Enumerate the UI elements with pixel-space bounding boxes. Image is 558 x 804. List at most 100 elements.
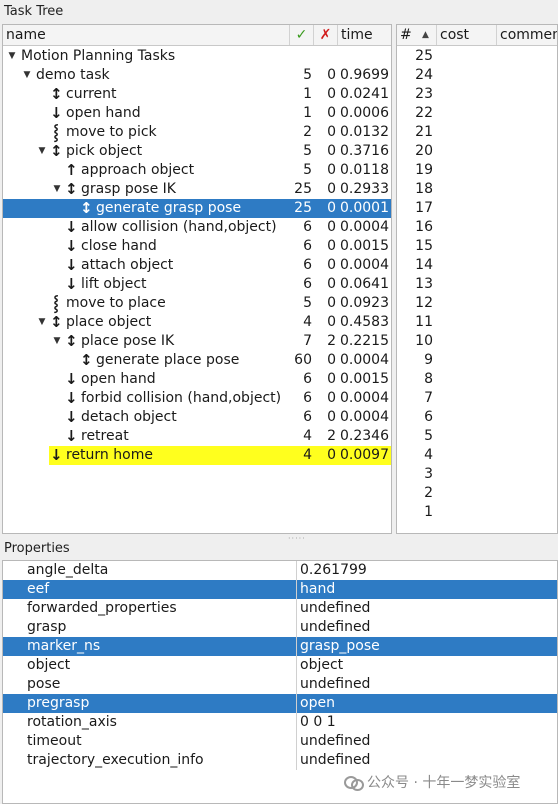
task-tree-title: Task Tree [4, 4, 64, 19]
property-row[interactable]: object object [3, 656, 557, 675]
property-row[interactable]: rotation_axis 0 0 1 [3, 713, 557, 732]
task-tree-row[interactable]: ▼ ↕ pick object 5 0 0.3716 [3, 142, 391, 161]
task-tree-row[interactable]: ↑ approach object 5 0 0.0118 [3, 161, 391, 180]
solution-row[interactable]: 21 [397, 123, 433, 142]
solution-row[interactable]: 6 [397, 408, 433, 427]
solution-row[interactable]: 24 [397, 66, 433, 85]
expand-arrow-icon[interactable]: ▼ [37, 142, 47, 161]
property-row[interactable]: trajectory_execution_info undefined [3, 751, 557, 770]
task-tree-row[interactable]: ↕ generate grasp pose 25 0 0.0001 [3, 199, 391, 218]
property-value[interactable]: 0 0 1 [300, 713, 336, 732]
task-tree-row[interactable]: ▼ Motion Planning Tasks [3, 47, 391, 66]
solution-row[interactable]: 5 [397, 427, 433, 446]
stage-name: close hand [81, 238, 157, 254]
property-value[interactable]: undefined [300, 675, 370, 694]
property-row[interactable]: grasp undefined [3, 618, 557, 637]
solution-row[interactable]: 15 [397, 237, 433, 256]
property-row[interactable]: marker_ns grasp_pose [3, 637, 557, 656]
solution-row[interactable]: 13 [397, 275, 433, 294]
property-value[interactable]: open [300, 694, 335, 713]
failure-count: 0 [327, 314, 336, 330]
task-tree-table[interactable]: name ✓ ✗ time ▼ Motion Planning Tasks ▼ dem… [2, 24, 392, 534]
solution-count: 6 [303, 238, 312, 254]
solution-row[interactable]: 1 [397, 503, 433, 522]
column-header-ok[interactable]: ✓ [290, 25, 314, 45]
column-divider [296, 656, 297, 675]
solution-count: 1 [303, 86, 312, 102]
column-header-index[interactable]: # [397, 25, 437, 45]
task-tree-row[interactable]: ▼ ↕ grasp pose IK 25 0 0.2933 [3, 180, 391, 199]
solution-row[interactable]: 16 [397, 218, 433, 237]
solution-row[interactable]: 3 [397, 465, 433, 484]
expand-arrow-icon[interactable]: ▼ [7, 47, 17, 66]
property-row[interactable]: angle_delta 0.261799 [3, 561, 557, 580]
property-value[interactable]: undefined [300, 732, 370, 751]
solution-row[interactable]: 23 [397, 85, 433, 104]
solutions-table[interactable]: # ▲ cost commen 25 24 23 22 21 20 19 18 17 16 15 14… [396, 24, 558, 534]
property-row[interactable]: pregrasp open [3, 694, 557, 713]
stage-name: move to place [66, 295, 166, 311]
solution-row[interactable]: 9 [397, 351, 433, 370]
solution-row[interactable]: 25 [397, 47, 433, 66]
property-row[interactable]: forwarded_properties undefined [3, 599, 557, 618]
task-tree-row[interactable]: ↓ detach object 6 0 0.0004 [3, 408, 391, 427]
task-tree-row[interactable]: ▼ ↕ place pose IK 7 2 0.2215 [3, 332, 391, 351]
solution-row[interactable]: 4 [397, 446, 433, 465]
task-tree-row[interactable]: ↓ lift object 6 0 0.0641 [3, 275, 391, 294]
solution-row[interactable]: 14 [397, 256, 433, 275]
connect-stage-icon: ⸾ [53, 294, 59, 312]
property-row[interactable]: eef hand [3, 580, 557, 599]
task-tree-row[interactable]: ↓ retreat 4 2 0.2346 [3, 427, 391, 446]
solution-row[interactable]: 18 [397, 180, 433, 199]
task-tree-row[interactable]: ↓ close hand 6 0 0.0015 [3, 237, 391, 256]
property-value[interactable]: hand [300, 580, 335, 599]
solution-row[interactable]: 20 [397, 142, 433, 161]
property-value[interactable]: undefined [300, 599, 370, 618]
task-tree-row[interactable]: ↓ return home 4 0 0.0097 [3, 446, 391, 465]
property-value[interactable]: object [300, 656, 343, 675]
task-tree-row[interactable]: ▼ demo task 5 0 0.9699 [3, 66, 391, 85]
solution-row[interactable]: 17 [397, 199, 433, 218]
solution-row[interactable]: 11 [397, 313, 433, 332]
task-tree-row[interactable]: ⸾ move to pick 2 0 0.0132 [3, 123, 391, 142]
property-key: timeout [27, 733, 82, 749]
solution-row[interactable]: 2 [397, 484, 433, 503]
solution-row[interactable]: 19 [397, 161, 433, 180]
task-tree-row[interactable]: ↓ open hand 6 0 0.0015 [3, 370, 391, 389]
task-tree-row[interactable]: ↓ attach object 6 0 0.0004 [3, 256, 391, 275]
solution-row[interactable]: 10 [397, 332, 433, 351]
solution-row[interactable]: 22 [397, 104, 433, 123]
failure-count: 2 [327, 428, 336, 444]
property-value[interactable]: grasp_pose [300, 637, 380, 656]
task-tree-row[interactable]: ↕ current 1 0 0.0241 [3, 85, 391, 104]
task-tree-row[interactable]: ⸾ move to place 5 0 0.0923 [3, 294, 391, 313]
solution-count: 6 [303, 257, 312, 273]
horizontal-splitter-handle[interactable]: ····· [288, 534, 306, 543]
task-tree-row[interactable]: ↓ allow collision (hand,object) 6 0 0.0004 [3, 218, 391, 237]
expand-arrow-icon[interactable]: ▼ [37, 313, 47, 332]
solution-row[interactable]: 12 [397, 294, 433, 313]
property-value[interactable]: 0.261799 [300, 561, 367, 580]
solution-row[interactable]: 8 [397, 370, 433, 389]
column-header-time[interactable]: time [338, 25, 391, 45]
expand-arrow-icon[interactable]: ▼ [52, 332, 62, 351]
property-value[interactable]: undefined [300, 618, 370, 637]
failure-count: 0 [327, 352, 336, 368]
task-tree-row[interactable]: ↓ open hand 1 0 0.0006 [3, 104, 391, 123]
task-tree-row[interactable]: ↓ forbid collision (hand,object) 6 0 0.0004 [3, 389, 391, 408]
task-tree-row[interactable]: ▼ ↕ place object 4 0 0.4583 [3, 313, 391, 332]
column-header-name[interactable]: name [3, 25, 290, 45]
column-header-comment[interactable]: commen [497, 25, 557, 45]
property-row[interactable]: pose undefined [3, 675, 557, 694]
solution-count: 6 [303, 371, 312, 387]
expand-arrow-icon[interactable]: ▼ [22, 66, 32, 85]
task-tree-row[interactable]: ↕ generate place pose 60 0 0.0004 [3, 351, 391, 370]
column-header-cost[interactable]: cost [437, 25, 497, 45]
solution-row[interactable]: 7 [397, 389, 433, 408]
properties-table[interactable]: angle_delta 0.261799 eef hand forwarded_prop… [2, 560, 558, 804]
property-value[interactable]: undefined [300, 751, 370, 770]
bidirectional-stage-icon: ↕ [80, 199, 93, 217]
property-row[interactable]: timeout undefined [3, 732, 557, 751]
column-header-fail[interactable]: ✗ [314, 25, 338, 45]
expand-arrow-icon[interactable]: ▼ [52, 180, 62, 199]
